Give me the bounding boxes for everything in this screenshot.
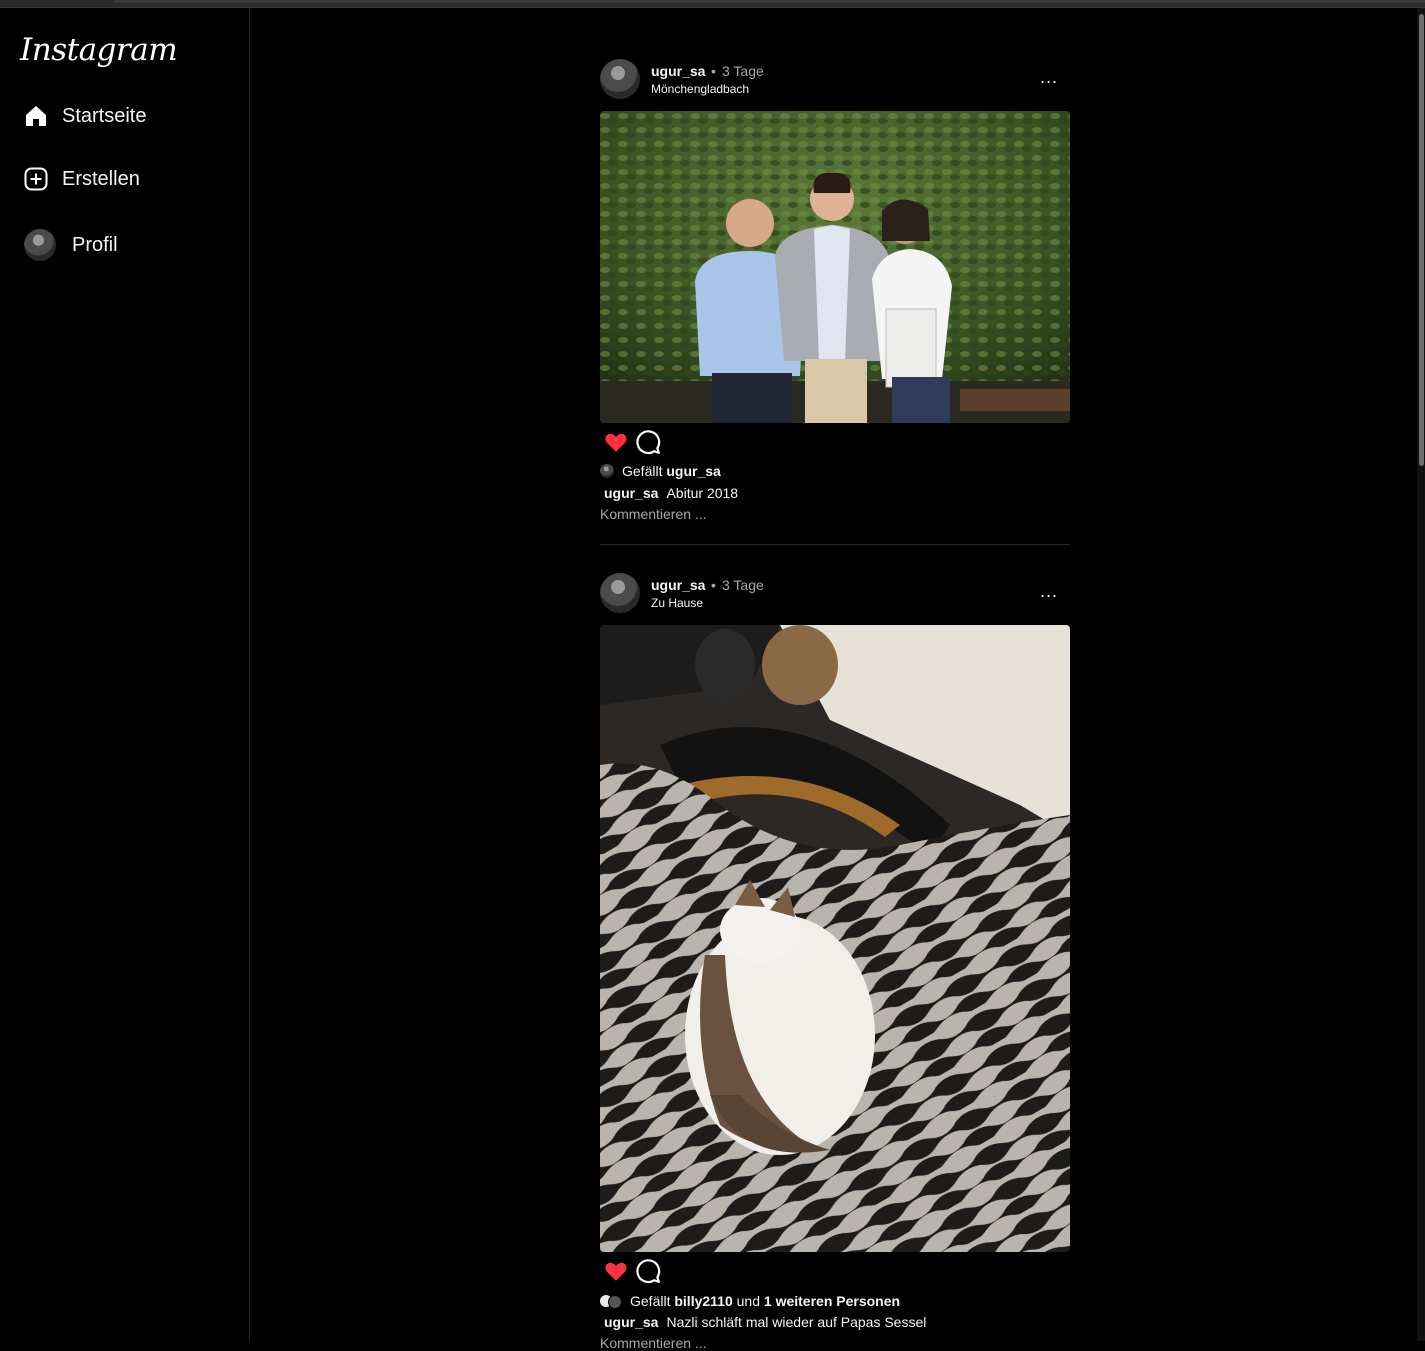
post-location[interactable]: Mönchengladbach — [651, 82, 749, 96]
more-options-icon[interactable]: ... — [1040, 67, 1058, 88]
comment-input[interactable]: Kommentieren ... — [600, 1335, 707, 1351]
likes-line: Gefällt billy2110 und 1 weiteren Persone… — [600, 1293, 900, 1309]
caption-text: Abitur 2018 — [666, 485, 739, 501]
post-time: 3 Tage — [722, 577, 764, 593]
photo-group-portrait — [600, 111, 1070, 423]
post-header: ugur_sa • 3 Tage Zu Hause ... — [600, 573, 1070, 615]
sidebar-item-profil[interactable]: Profil — [24, 227, 118, 263]
plus-square-icon — [24, 167, 48, 191]
comment-input[interactable]: Kommentieren ... — [600, 506, 707, 522]
sidebar: Instagram Startseite Erstellen Profil — [0, 8, 250, 1341]
separator-dot: • — [711, 577, 716, 593]
liker-avatars — [600, 1294, 622, 1309]
sidebar-item-startseite[interactable]: Startseite — [24, 98, 146, 134]
likes-line: Gefällt ugur_sa — [600, 463, 721, 479]
post-time: 3 Tage — [722, 63, 764, 79]
likes-connector: und — [736, 1293, 760, 1309]
comment-icon[interactable] — [635, 1258, 661, 1284]
likes-prefix: Gefällt — [630, 1293, 671, 1309]
heart-filled-icon[interactable] — [603, 1258, 629, 1284]
sidebar-item-label: Profil — [72, 233, 118, 256]
post-location[interactable]: Zu Hause — [651, 596, 703, 610]
home-icon — [26, 106, 46, 126]
separator-dot: • — [711, 63, 716, 79]
post-header: ugur_sa • 3 Tage Mönchengladbach ... — [600, 59, 1070, 101]
post: ugur_sa • 3 Tage Mönchengladbach ... Gef… — [600, 59, 1070, 545]
avatar[interactable] — [600, 59, 640, 99]
caption-username[interactable]: ugur_sa — [604, 1314, 658, 1330]
likes-others[interactable]: 1 weiteren Personen — [764, 1293, 900, 1309]
browser-top-bar-strip — [115, 0, 1425, 3]
caption-username[interactable]: ugur_sa — [604, 485, 658, 501]
post-image[interactable] — [600, 111, 1070, 423]
comment-icon[interactable] — [635, 429, 661, 455]
post-divider — [600, 544, 1070, 545]
post-actions — [603, 1258, 667, 1284]
post-image[interactable] — [600, 625, 1070, 1252]
post-username[interactable]: ugur_sa — [651, 63, 705, 79]
post-username[interactable]: ugur_sa — [651, 577, 705, 593]
heart-filled-icon[interactable] — [603, 429, 629, 455]
post-actions — [603, 429, 667, 455]
sidebar-item-label: Startseite — [62, 104, 147, 127]
scrollbar-thumb[interactable] — [1419, 14, 1424, 466]
post-caption: ugur_sa Nazli schläft mal wieder auf Papa… — [604, 1314, 926, 1330]
avatar — [608, 1295, 622, 1309]
avatar — [600, 464, 614, 478]
avatar[interactable] — [600, 573, 640, 613]
avatar — [24, 229, 56, 261]
post-caption: ugur_sa Abitur 2018 — [604, 485, 738, 501]
caption-text: Nazli schläft mal wieder auf Papas Sesse… — [666, 1314, 927, 1330]
likes-user[interactable]: ugur_sa — [666, 463, 720, 479]
photo-cat-sleeping — [600, 625, 1070, 1252]
likes-user[interactable]: billy2110 — [674, 1293, 732, 1309]
sidebar-item-erstellen[interactable]: Erstellen — [24, 161, 140, 197]
sidebar-item-label: Erstellen — [62, 167, 140, 190]
more-options-icon[interactable]: ... — [1040, 581, 1058, 602]
browser-top-bar — [0, 0, 1425, 8]
instagram-logo[interactable]: Instagram — [20, 32, 178, 68]
post: ugur_sa • 3 Tage Zu Hause ... Gefällt bi… — [600, 573, 1070, 1351]
likes-prefix: Gefällt — [622, 463, 663, 479]
